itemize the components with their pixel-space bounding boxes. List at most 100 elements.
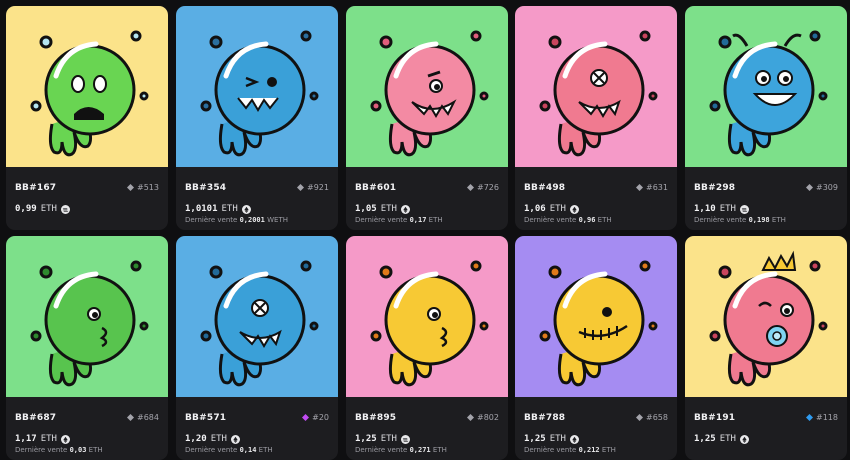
diamond-icon: [467, 414, 475, 421]
price-value: 1,25: [355, 434, 377, 444]
rarity-rank: #20: [302, 413, 329, 422]
nft-name[interactable]: BB#601: [355, 183, 396, 193]
diamond-icon: [636, 184, 644, 191]
last-sale: Dernière vente 0,03 ETH: [15, 446, 103, 454]
rarity-rank: #631: [636, 183, 668, 192]
rarity-rank: #118: [806, 413, 838, 422]
nft-card[interactable]: BB#167 #513 0,99 ETH: [6, 6, 168, 230]
nft-card[interactable]: BB#788 #658 1,25 ETH Dernière vente 0,212 ET…: [515, 236, 677, 460]
nft-artwork[interactable]: [176, 6, 338, 167]
nft-artwork[interactable]: [685, 6, 847, 167]
rarity-rank: #513: [127, 183, 159, 192]
price-currency: ETH: [719, 204, 736, 214]
last-sale-value: 0,198: [748, 216, 770, 224]
last-sale: Dernière vente 0,96 ETH: [524, 216, 612, 224]
nft-info: BB#498 #631 1,06 ETH Dernière vente 0,96 ETH: [515, 167, 677, 230]
price-value: 1,25: [524, 434, 546, 444]
price-currency: ETH: [549, 434, 566, 444]
nft-name[interactable]: BB#895: [355, 413, 396, 423]
nft-card[interactable]: BB#571 #20 1,20 ETH Dernière vente 0,14 ETH: [176, 236, 338, 460]
last-sale-value: 0,2001: [239, 216, 265, 224]
last-sale-value: 0,14: [239, 446, 257, 454]
nft-card[interactable]: BB#498 #631 1,06 ETH Dernière vente 0,96 ETH: [515, 6, 677, 230]
nft-artwork[interactable]: [346, 6, 508, 167]
price-currency: ETH: [380, 204, 397, 214]
nft-price: 1,25 ETH: [355, 434, 410, 444]
diamond-icon: [636, 414, 644, 421]
solana-coin-icon: [400, 434, 410, 444]
rarity-rank-value: #921: [307, 183, 329, 192]
diamond-icon: [806, 414, 814, 421]
diamond-icon: [806, 184, 814, 191]
last-sale-label: Dernière vente: [355, 216, 408, 224]
nft-card[interactable]: BB#687 #684 1,17 ETH Dernière vente 0,03 ETH: [6, 236, 168, 460]
last-sale: Dernière vente 0,14 ETH: [185, 446, 273, 454]
nft-price: 1,20 ETH: [185, 434, 240, 444]
nft-name[interactable]: BB#788: [524, 413, 565, 423]
nft-price: 1,25 ETH: [524, 434, 579, 444]
nft-info: BB#298 #309 1,10 ETH Dernière vente 0,198 ET…: [685, 167, 847, 230]
last-sale-value: 0,17: [409, 216, 427, 224]
nft-price: 1,17 ETH: [15, 434, 70, 444]
nft-card[interactable]: BB#191 #118 1,25 ETH: [685, 236, 847, 460]
solana-coin-icon: [739, 204, 749, 214]
nft-name[interactable]: BB#498: [524, 183, 565, 193]
last-sale-label: Dernière vente: [185, 446, 238, 454]
rarity-rank: #309: [806, 183, 838, 192]
last-sale-currency: ETH: [601, 446, 616, 454]
price-value: 1,10: [694, 204, 716, 214]
diamond-icon: [127, 184, 135, 191]
price-currency: ETH: [40, 204, 57, 214]
nft-name[interactable]: BB#687: [15, 413, 56, 423]
last-sale-currency: ETH: [428, 216, 443, 224]
nft-artwork[interactable]: [176, 236, 338, 397]
rarity-rank: #921: [297, 183, 329, 192]
nft-artwork[interactable]: [346, 236, 508, 397]
diamond-icon: [127, 414, 135, 421]
last-sale-currency: ETH: [88, 446, 103, 454]
nft-info: BB#354 #921 1,0101 ETH Dernière vente 0,2001…: [176, 167, 338, 230]
rarity-rank-value: #658: [646, 413, 668, 422]
rarity-rank: #802: [467, 413, 499, 422]
last-sale-currency: ETH: [597, 216, 612, 224]
price-value: 1,05: [355, 204, 377, 214]
last-sale-label: Dernière vente: [524, 446, 577, 454]
nft-card[interactable]: BB#298 #309 1,10 ETH Dernière vente 0,198 ET…: [685, 6, 847, 230]
nft-price: 1,0101 ETH: [185, 204, 251, 214]
nft-name[interactable]: BB#571: [185, 413, 226, 423]
nft-artwork[interactable]: [515, 236, 677, 397]
eth-coin-icon: [739, 434, 749, 444]
price-value: 1,20: [185, 434, 207, 444]
nft-artwork[interactable]: [6, 6, 168, 167]
nft-info: BB#601 #726 1,05 ETH Dernière vente 0,17 ETH: [346, 167, 508, 230]
nft-artwork[interactable]: [685, 236, 847, 397]
nft-name[interactable]: BB#191: [694, 413, 735, 423]
nft-card[interactable]: BB#354 #921 1,0101 ETH Dernière vente 0,2001…: [176, 6, 338, 230]
nft-price: 1,05 ETH: [355, 204, 410, 214]
price-currency: ETH: [719, 434, 736, 444]
rarity-rank-value: #684: [137, 413, 159, 422]
last-sale-label: Dernière vente: [15, 446, 68, 454]
price-value: 1,25: [694, 434, 716, 444]
nft-artwork[interactable]: [6, 236, 168, 397]
last-sale: Dernière vente 0,17 ETH: [355, 216, 443, 224]
price-value: 1,06: [524, 204, 546, 214]
nft-info: BB#788 #658 1,25 ETH Dernière vente 0,212 ET…: [515, 397, 677, 460]
rarity-rank: #684: [127, 413, 159, 422]
nft-price: 1,10 ETH: [694, 204, 749, 214]
nft-name[interactable]: BB#167: [15, 183, 56, 193]
price-value: 1,17: [15, 434, 37, 444]
nft-info: BB#687 #684 1,17 ETH Dernière vente 0,03 ETH: [6, 397, 168, 460]
price-value: 1,0101: [185, 204, 218, 214]
diamond-icon: [297, 184, 305, 191]
diamond-icon: [302, 414, 310, 421]
nft-name[interactable]: BB#298: [694, 183, 735, 193]
last-sale: Dernière vente 0,271 ETH: [355, 446, 447, 454]
nft-card[interactable]: BB#601 #726 1,05 ETH Dernière vente 0,17 ETH: [346, 6, 508, 230]
diamond-icon: [467, 184, 475, 191]
last-sale-label: Dernière vente: [185, 216, 238, 224]
nft-name[interactable]: BB#354: [185, 183, 226, 193]
nft-artwork[interactable]: [515, 6, 677, 167]
last-sale-currency: WETH: [267, 216, 288, 224]
nft-card[interactable]: BB#895 #802 1,25 ETH Dernière vente 0,271 ET…: [346, 236, 508, 460]
